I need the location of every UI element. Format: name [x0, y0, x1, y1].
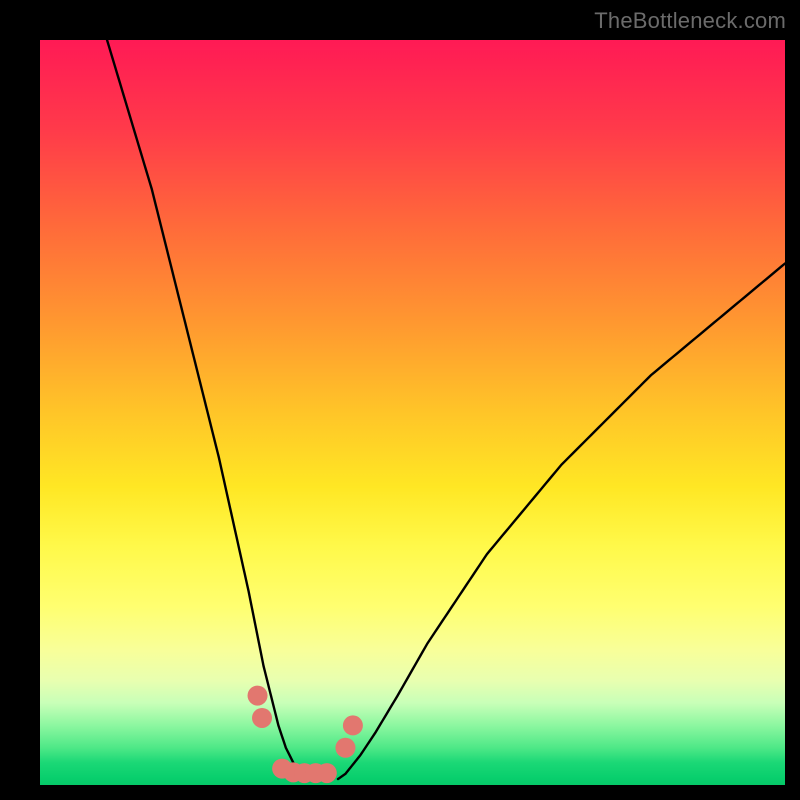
- chart-frame: TheBottleneck.com: [0, 0, 800, 800]
- marker-dot: [248, 686, 268, 706]
- plot-area: [40, 40, 785, 785]
- series-right-curve: [338, 264, 785, 780]
- chart-svg: [40, 40, 785, 785]
- marker-dot: [317, 763, 337, 783]
- watermark: TheBottleneck.com: [594, 8, 786, 34]
- series-left-curve: [107, 40, 308, 779]
- marker-dot: [343, 715, 363, 735]
- marker-dot: [252, 708, 272, 728]
- curve-lines: [107, 40, 785, 779]
- marker-dots: [248, 686, 363, 783]
- marker-dot: [335, 738, 355, 758]
